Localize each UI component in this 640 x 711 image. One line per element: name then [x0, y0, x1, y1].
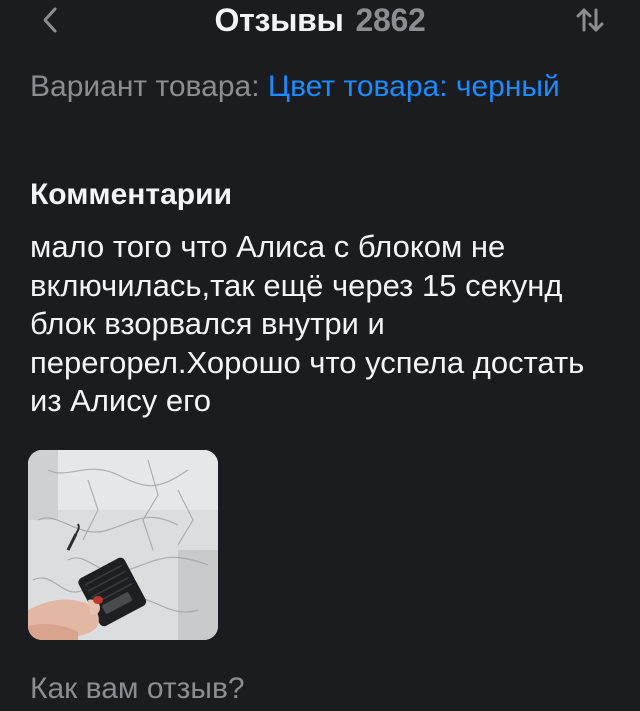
comments-heading: Комментарии	[30, 178, 233, 211]
rate-review-prompt: Как вам отзыв?	[30, 672, 245, 705]
review-count: 2862	[355, 1, 426, 38]
variant-value-link[interactable]: Цвет товара: черный	[268, 70, 560, 103]
page-title-text: Отзывы	[214, 1, 344, 38]
page-title: Отзывы 2862	[0, 0, 640, 40]
product-variant: Вариант товара: Цвет товара: черный	[30, 68, 590, 106]
header: Отзывы 2862	[0, 0, 640, 40]
comment-text: мало того что Алиса с блоком не включила…	[30, 229, 585, 418]
review-photo[interactable]	[28, 450, 218, 640]
review-screen: Отзывы 2862 Вариант товара: Цвет товара:…	[0, 0, 640, 711]
variant-label: Вариант товара:	[30, 70, 268, 103]
sort-arrows-icon	[576, 8, 604, 32]
review-photo-image	[28, 450, 218, 640]
sort-button[interactable]	[568, 0, 612, 40]
